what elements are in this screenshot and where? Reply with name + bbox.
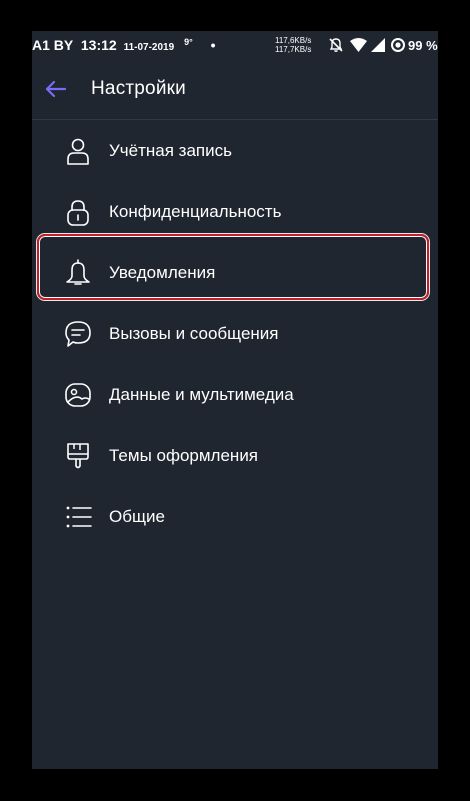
wifi-icon — [350, 38, 367, 52]
menu-item-label: Учётная запись — [109, 141, 232, 160]
battery-saver-icon — [391, 38, 405, 52]
menu-item-label: Уведомления — [109, 263, 216, 282]
list-icon — [66, 506, 92, 528]
menu-item-label: Конфиденциальность — [109, 202, 282, 221]
lock-icon — [67, 200, 89, 226]
menu-item-notifications[interactable]: Уведомления — [32, 242, 438, 303]
toolbar: Настройки — [32, 59, 438, 120]
menu-item-account[interactable]: Учётная запись — [32, 120, 438, 181]
phone-screen: A1 BY 13:12 11-07-2019 9° • 117,6KB/s 11… — [32, 31, 438, 769]
menu-item-general[interactable]: Общие — [32, 486, 438, 547]
speed-up-label: 117,6KB/s — [275, 36, 312, 45]
menu-item-label: Данные и мультимедиа — [109, 385, 294, 404]
page-title: Настройки — [91, 78, 186, 99]
menu-item-label: Общие — [109, 507, 165, 526]
speed-down-label: 117,7KB/s — [275, 45, 312, 54]
menu-item-calls-messages[interactable]: Вызовы и сообщения — [32, 303, 438, 364]
battery-label: 99 % — [408, 38, 438, 53]
menu-item-label: Темы оформления — [109, 446, 259, 465]
date-label: 11-07-2019 — [123, 42, 175, 53]
arrow-left-icon[interactable] — [44, 77, 68, 101]
menu-item-data-media[interactable]: Данные и мультимедиа — [32, 364, 438, 425]
paint-brush-icon — [67, 443, 89, 469]
carrier-label: A1 BY — [32, 37, 73, 53]
status-left: A1 BY 13:12 11-07-2019 9° • — [32, 37, 215, 53]
temperature-label: 9° — [184, 37, 193, 47]
bell-icon — [66, 259, 90, 285]
image-icon — [65, 383, 91, 407]
menu-item-label: Вызовы и сообщения — [109, 324, 279, 343]
person-icon — [67, 138, 89, 165]
chat-bubble-icon — [65, 321, 91, 347]
menu-item-privacy[interactable]: Конфиденциальность — [32, 181, 438, 242]
bell-off-icon — [329, 38, 343, 52]
signal-icon — [371, 38, 385, 52]
status-bar: A1 BY 13:12 11-07-2019 9° • 117,6KB/s 11… — [32, 31, 438, 59]
clock: 13:12 — [80, 37, 117, 53]
network-speed: 117,6KB/s 117,7KB/s — [275, 36, 311, 54]
notification-dot: • — [210, 37, 216, 53]
menu-item-themes[interactable]: Темы оформления — [32, 425, 438, 486]
